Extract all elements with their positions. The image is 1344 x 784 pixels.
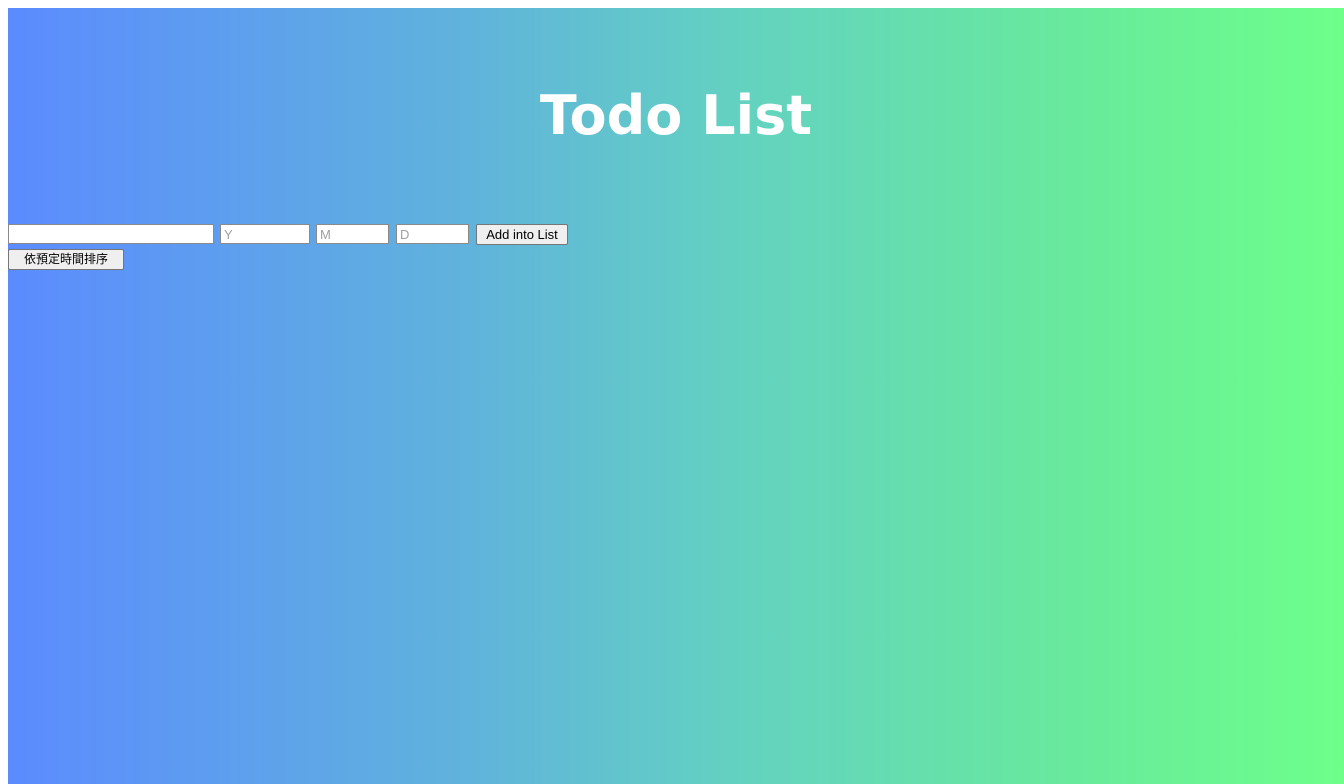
month-input[interactable] [316, 224, 389, 244]
task-input[interactable] [8, 224, 214, 244]
day-input[interactable] [396, 224, 469, 244]
year-input[interactable] [220, 224, 310, 244]
app-background: Todo List Add into List 依預定時間排序 [8, 8, 1344, 784]
sort-by-due-date-button[interactable]: 依預定時間排序 [8, 249, 124, 270]
add-into-list-button[interactable]: Add into List [476, 224, 568, 245]
page-title: Todo List [539, 84, 813, 147]
